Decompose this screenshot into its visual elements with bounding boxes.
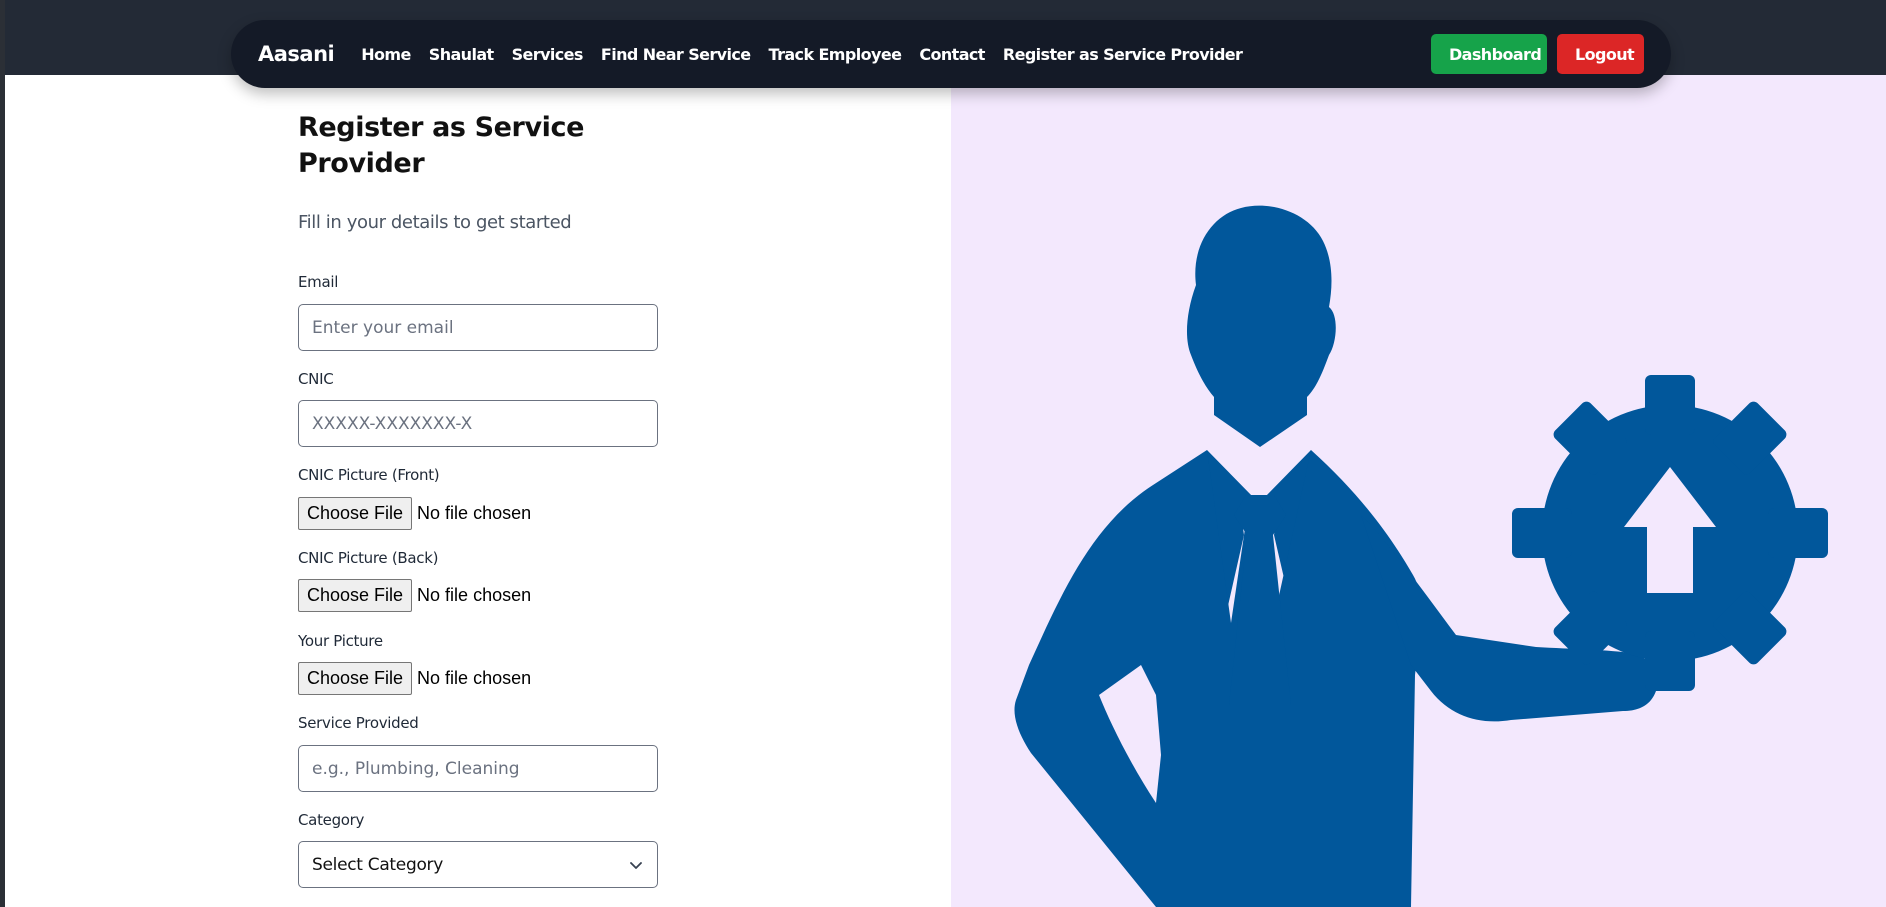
nav-link-find-near-service[interactable]: Find Near Service (601, 45, 751, 64)
illustration-panel (951, 75, 1886, 907)
cnic-label: CNIC (298, 370, 334, 388)
your-picture-choose-file-button[interactable]: Choose File (298, 662, 413, 695)
nav-links: Home Shaulat Services Find Near Service … (361, 45, 1260, 64)
nav-link-register-provider[interactable]: Register as Service Provider (1003, 45, 1243, 64)
cnic-back-file-status: No file chosen (417, 585, 532, 605)
page-title: Register as Service Provider (298, 112, 585, 179)
nav-link-track-employee[interactable]: Track Employee (769, 45, 902, 64)
cnic-front-file-status: No file chosen (417, 503, 532, 523)
nav-actions: Dashboard Logout (1431, 34, 1644, 74)
email-input[interactable] (298, 304, 658, 351)
cnic-front-file-input: Choose File No file chosen (298, 497, 531, 530)
email-label: Email (298, 273, 339, 291)
category-select[interactable]: Select Category (298, 841, 658, 888)
dashboard-button[interactable]: Dashboard (1431, 34, 1547, 74)
nav-link-shaulat[interactable]: Shaulat (429, 45, 494, 64)
your-picture-file-status: No file chosen (417, 668, 532, 688)
form-header: Register as Service Provider Fill in you… (298, 110, 718, 233)
cnic-front-label: CNIC Picture (Front) (298, 466, 440, 484)
navbar: Aasani Home Shaulat Services Find Near S… (231, 20, 1671, 88)
your-picture-file-input: Choose File No file chosen (298, 662, 531, 695)
chevron-down-icon (630, 861, 642, 869)
cnic-back-label: CNIC Picture (Back) (298, 549, 439, 567)
category-label: Category (298, 811, 365, 829)
category-select-value: Select Category (312, 854, 444, 875)
your-picture-label: Your Picture (298, 632, 383, 650)
nav-link-contact[interactable]: Contact (919, 45, 985, 64)
cnic-back-choose-file-button[interactable]: Choose File (298, 579, 413, 612)
cnic-front-choose-file-button[interactable]: Choose File (298, 497, 413, 530)
nav-link-home[interactable]: Home (361, 45, 411, 64)
cnic-back-file-input: Choose File No file chosen (298, 579, 531, 612)
businessman-with-upload-gear-icon (1014, 205, 1828, 907)
cnic-input[interactable] (298, 400, 658, 447)
window-edge (0, 0, 5, 907)
brand-logo[interactable]: Aasani (258, 42, 335, 66)
page-subtitle: Fill in your details to get started (298, 212, 572, 233)
logout-button[interactable]: Logout (1557, 34, 1644, 74)
service-label: Service Provided (298, 714, 419, 732)
service-input[interactable] (298, 745, 658, 792)
nav-link-services[interactable]: Services (512, 45, 584, 64)
